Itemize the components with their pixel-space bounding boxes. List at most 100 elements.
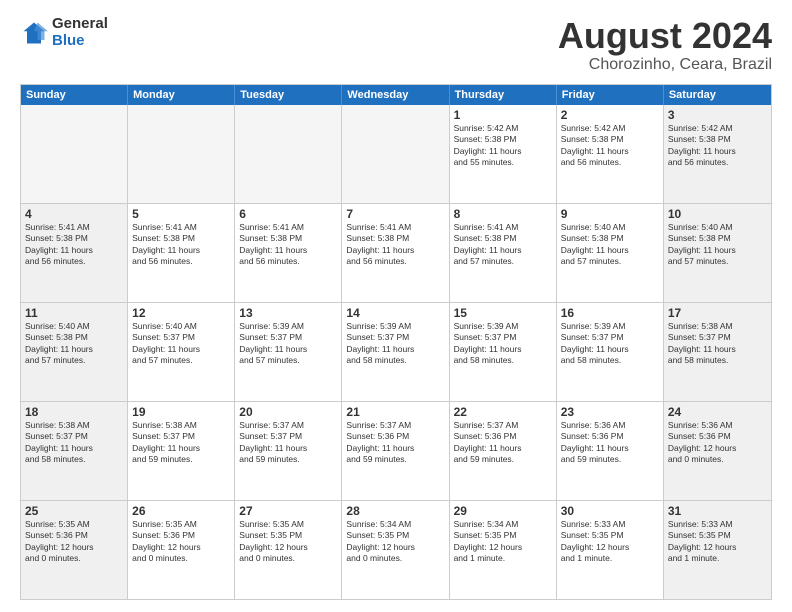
calendar-day-2: 2Sunrise: 5:42 AM Sunset: 5:38 PM Daylig… [557,105,664,203]
calendar-day-1: 1Sunrise: 5:42 AM Sunset: 5:38 PM Daylig… [450,105,557,203]
day-info: Sunrise: 5:41 AM Sunset: 5:38 PM Dayligh… [25,222,123,268]
day-info: Sunrise: 5:34 AM Sunset: 5:35 PM Dayligh… [454,519,552,565]
day-number: 1 [454,108,552,122]
day-info: Sunrise: 5:35 AM Sunset: 5:35 PM Dayligh… [239,519,337,565]
calendar-day-11: 11Sunrise: 5:40 AM Sunset: 5:38 PM Dayli… [21,303,128,401]
calendar-day-29: 29Sunrise: 5:34 AM Sunset: 5:35 PM Dayli… [450,501,557,599]
day-number: 28 [346,504,444,518]
day-number: 30 [561,504,659,518]
day-info: Sunrise: 5:34 AM Sunset: 5:35 PM Dayligh… [346,519,444,565]
day-info: Sunrise: 5:41 AM Sunset: 5:38 PM Dayligh… [132,222,230,268]
day-number: 21 [346,405,444,419]
calendar-row-3: 18Sunrise: 5:38 AM Sunset: 5:37 PM Dayli… [21,402,771,501]
calendar: SundayMondayTuesdayWednesdayThursdayFrid… [20,84,772,600]
day-number: 19 [132,405,230,419]
calendar-day-7: 7Sunrise: 5:41 AM Sunset: 5:38 PM Daylig… [342,204,449,302]
day-number: 24 [668,405,767,419]
calendar-day-16: 16Sunrise: 5:39 AM Sunset: 5:37 PM Dayli… [557,303,664,401]
day-number: 20 [239,405,337,419]
day-number: 16 [561,306,659,320]
day-info: Sunrise: 5:36 AM Sunset: 5:36 PM Dayligh… [668,420,767,466]
header-day-saturday: Saturday [664,85,771,105]
day-info: Sunrise: 5:37 AM Sunset: 5:36 PM Dayligh… [454,420,552,466]
calendar-empty-cell [128,105,235,203]
calendar-day-15: 15Sunrise: 5:39 AM Sunset: 5:37 PM Dayli… [450,303,557,401]
day-number: 17 [668,306,767,320]
day-info: Sunrise: 5:42 AM Sunset: 5:38 PM Dayligh… [561,123,659,169]
day-info: Sunrise: 5:39 AM Sunset: 5:37 PM Dayligh… [561,321,659,367]
calendar-day-21: 21Sunrise: 5:37 AM Sunset: 5:36 PM Dayli… [342,402,449,500]
day-number: 8 [454,207,552,221]
calendar-day-4: 4Sunrise: 5:41 AM Sunset: 5:38 PM Daylig… [21,204,128,302]
logo-icon [20,19,48,47]
calendar-day-14: 14Sunrise: 5:39 AM Sunset: 5:37 PM Dayli… [342,303,449,401]
calendar-day-13: 13Sunrise: 5:39 AM Sunset: 5:37 PM Dayli… [235,303,342,401]
day-number: 13 [239,306,337,320]
calendar-day-24: 24Sunrise: 5:36 AM Sunset: 5:36 PM Dayli… [664,402,771,500]
calendar-header: SundayMondayTuesdayWednesdayThursdayFrid… [21,85,771,105]
day-number: 18 [25,405,123,419]
day-info: Sunrise: 5:38 AM Sunset: 5:37 PM Dayligh… [668,321,767,367]
calendar-day-28: 28Sunrise: 5:34 AM Sunset: 5:35 PM Dayli… [342,501,449,599]
header: General Blue August 2024 Chorozinho, Cea… [20,16,772,74]
month-title: August 2024 [558,16,772,56]
calendar-row-1: 4Sunrise: 5:41 AM Sunset: 5:38 PM Daylig… [21,204,771,303]
day-info: Sunrise: 5:41 AM Sunset: 5:38 PM Dayligh… [454,222,552,268]
calendar-day-23: 23Sunrise: 5:36 AM Sunset: 5:36 PM Dayli… [557,402,664,500]
day-info: Sunrise: 5:37 AM Sunset: 5:37 PM Dayligh… [239,420,337,466]
day-info: Sunrise: 5:35 AM Sunset: 5:36 PM Dayligh… [25,519,123,565]
calendar-day-6: 6Sunrise: 5:41 AM Sunset: 5:38 PM Daylig… [235,204,342,302]
day-info: Sunrise: 5:41 AM Sunset: 5:38 PM Dayligh… [239,222,337,268]
calendar-day-31: 31Sunrise: 5:33 AM Sunset: 5:35 PM Dayli… [664,501,771,599]
day-number: 31 [668,504,767,518]
day-info: Sunrise: 5:37 AM Sunset: 5:36 PM Dayligh… [346,420,444,466]
day-info: Sunrise: 5:39 AM Sunset: 5:37 PM Dayligh… [454,321,552,367]
calendar-day-3: 3Sunrise: 5:42 AM Sunset: 5:38 PM Daylig… [664,105,771,203]
logo-text: General Blue [52,16,108,49]
day-info: Sunrise: 5:38 AM Sunset: 5:37 PM Dayligh… [25,420,123,466]
calendar-day-12: 12Sunrise: 5:40 AM Sunset: 5:37 PM Dayli… [128,303,235,401]
header-day-thursday: Thursday [450,85,557,105]
calendar-body: 1Sunrise: 5:42 AM Sunset: 5:38 PM Daylig… [21,105,771,599]
day-number: 11 [25,306,123,320]
calendar-day-9: 9Sunrise: 5:40 AM Sunset: 5:38 PM Daylig… [557,204,664,302]
header-day-wednesday: Wednesday [342,85,449,105]
day-number: 5 [132,207,230,221]
calendar-empty-cell [342,105,449,203]
day-number: 23 [561,405,659,419]
day-number: 27 [239,504,337,518]
header-day-tuesday: Tuesday [235,85,342,105]
day-number: 9 [561,207,659,221]
day-info: Sunrise: 5:39 AM Sunset: 5:37 PM Dayligh… [239,321,337,367]
day-info: Sunrise: 5:40 AM Sunset: 5:38 PM Dayligh… [668,222,767,268]
day-info: Sunrise: 5:33 AM Sunset: 5:35 PM Dayligh… [668,519,767,565]
day-info: Sunrise: 5:40 AM Sunset: 5:37 PM Dayligh… [132,321,230,367]
day-number: 14 [346,306,444,320]
header-day-friday: Friday [557,85,664,105]
calendar-empty-cell [21,105,128,203]
calendar-day-27: 27Sunrise: 5:35 AM Sunset: 5:35 PM Dayli… [235,501,342,599]
day-number: 22 [454,405,552,419]
day-info: Sunrise: 5:35 AM Sunset: 5:36 PM Dayligh… [132,519,230,565]
calendar-day-20: 20Sunrise: 5:37 AM Sunset: 5:37 PM Dayli… [235,402,342,500]
day-info: Sunrise: 5:40 AM Sunset: 5:38 PM Dayligh… [25,321,123,367]
page: General Blue August 2024 Chorozinho, Cea… [0,0,792,612]
day-info: Sunrise: 5:40 AM Sunset: 5:38 PM Dayligh… [561,222,659,268]
day-info: Sunrise: 5:42 AM Sunset: 5:38 PM Dayligh… [454,123,552,169]
day-number: 15 [454,306,552,320]
day-info: Sunrise: 5:33 AM Sunset: 5:35 PM Dayligh… [561,519,659,565]
calendar-empty-cell [235,105,342,203]
calendar-day-26: 26Sunrise: 5:35 AM Sunset: 5:36 PM Dayli… [128,501,235,599]
day-number: 25 [25,504,123,518]
calendar-day-10: 10Sunrise: 5:40 AM Sunset: 5:38 PM Dayli… [664,204,771,302]
day-info: Sunrise: 5:41 AM Sunset: 5:38 PM Dayligh… [346,222,444,268]
day-number: 29 [454,504,552,518]
logo: General Blue [20,16,108,49]
header-day-monday: Monday [128,85,235,105]
day-info: Sunrise: 5:36 AM Sunset: 5:36 PM Dayligh… [561,420,659,466]
day-number: 6 [239,207,337,221]
logo-blue-text: Blue [52,33,108,50]
calendar-day-5: 5Sunrise: 5:41 AM Sunset: 5:38 PM Daylig… [128,204,235,302]
location-subtitle: Chorozinho, Ceara, Brazil [558,56,772,74]
calendar-day-19: 19Sunrise: 5:38 AM Sunset: 5:37 PM Dayli… [128,402,235,500]
